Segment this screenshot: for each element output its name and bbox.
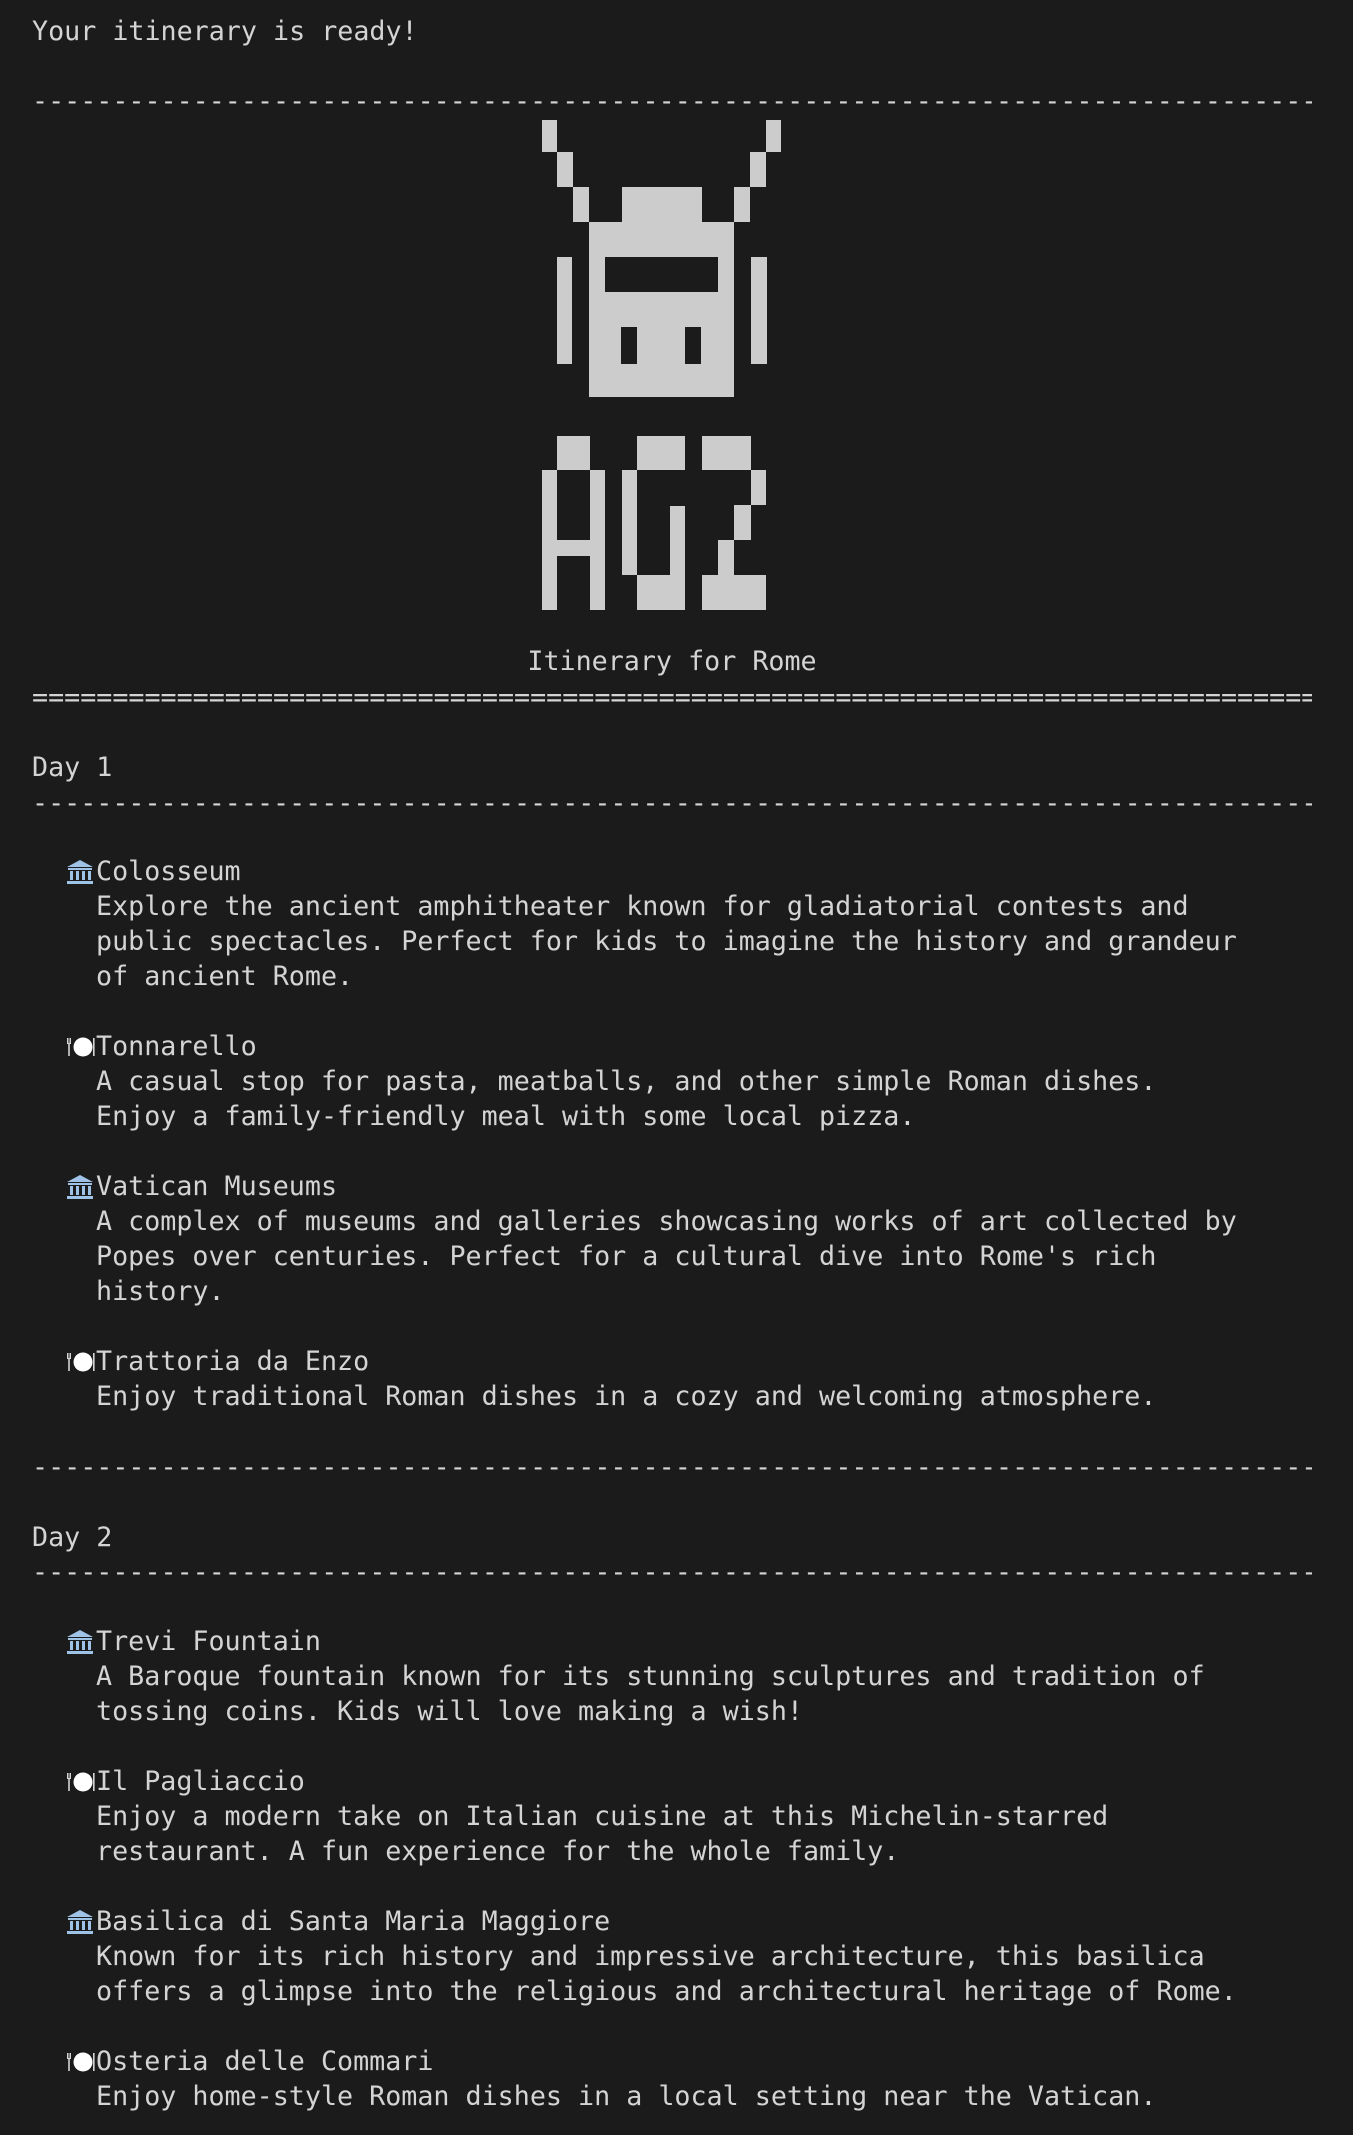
itinerary-item: Tonnarello A casual stop for pasta, meat…	[64, 1029, 1324, 1134]
restaurant-icon	[64, 2044, 96, 2079]
place-name: Vatican Museums	[96, 1171, 338, 1202]
place-description: Explore the ancient amphitheater known f…	[96, 891, 1237, 992]
place-description: Enjoy home-style Roman dishes in a local…	[96, 2081, 1157, 2112]
place-name: Basilica di Santa Maria Maggiore	[96, 1906, 611, 1937]
ready-message: Your itinerary is ready!	[32, 16, 418, 47]
landmark-icon	[64, 1169, 96, 1204]
itinerary-title: Itinerary for Rome	[527, 646, 817, 677]
terminal-output: Your itinerary is ready! ---------------…	[0, 0, 1353, 2135]
restaurant-icon	[64, 1344, 96, 1379]
landmark-icon	[64, 1624, 96, 1659]
itinerary-item: Trattoria da Enzo Enjoy traditional Roma…	[64, 1344, 1324, 1414]
day-divider: ----------------------------------------…	[32, 788, 1312, 819]
itinerary-item: Vatican Museums A complex of museums and…	[64, 1169, 1324, 1309]
landmark-icon	[64, 854, 96, 889]
itinerary-item: Osteria delle Commari Enjoy home-style R…	[64, 2044, 1324, 2114]
place-description: A complex of museums and galleries showc…	[96, 1206, 1237, 1307]
itinerary-item: Il Pagliaccio Enjoy a modern take on Ita…	[64, 1764, 1324, 1869]
place-name: Colosseum	[96, 856, 241, 887]
place-description: Enjoy a modern take on Italian cuisine a…	[96, 1801, 1109, 1867]
restaurant-icon	[64, 1764, 96, 1799]
place-name: Il Pagliaccio	[96, 1766, 305, 1797]
day-heading: Day 2	[32, 1522, 113, 1553]
place-description: A Baroque fountain known for its stunnin…	[96, 1661, 1205, 1727]
ag2-logo	[542, 120, 782, 617]
place-name: Trattoria da Enzo	[96, 1346, 370, 1377]
itinerary-item: Colosseum Explore the ancient amphitheat…	[64, 854, 1324, 994]
title-divider: ========================================…	[32, 682, 1312, 713]
day-end-divider: ----------------------------------------…	[32, 1452, 1312, 1483]
day-heading: Day 1	[32, 752, 113, 783]
restaurant-icon	[64, 1029, 96, 1064]
top-divider: ----------------------------------------…	[32, 86, 1312, 117]
place-description: A casual stop for pasta, meatballs, and …	[96, 1066, 1157, 1132]
day-divider: ----------------------------------------…	[32, 1557, 1312, 1588]
place-name: Tonnarello	[96, 1031, 257, 1062]
itinerary-item: Trevi Fountain A Baroque fountain known …	[64, 1624, 1324, 1729]
landmark-icon	[64, 1904, 96, 1939]
place-name: Osteria delle Commari	[96, 2046, 434, 2077]
place-description: Enjoy traditional Roman dishes in a cozy…	[96, 1381, 1157, 1412]
ag2-robot-logo-icon	[542, 120, 781, 610]
place-description: Known for its rich history and impressiv…	[96, 1941, 1237, 2007]
itinerary-item: Basilica di Santa Maria Maggiore Known f…	[64, 1904, 1324, 2009]
place-name: Trevi Fountain	[96, 1626, 321, 1657]
